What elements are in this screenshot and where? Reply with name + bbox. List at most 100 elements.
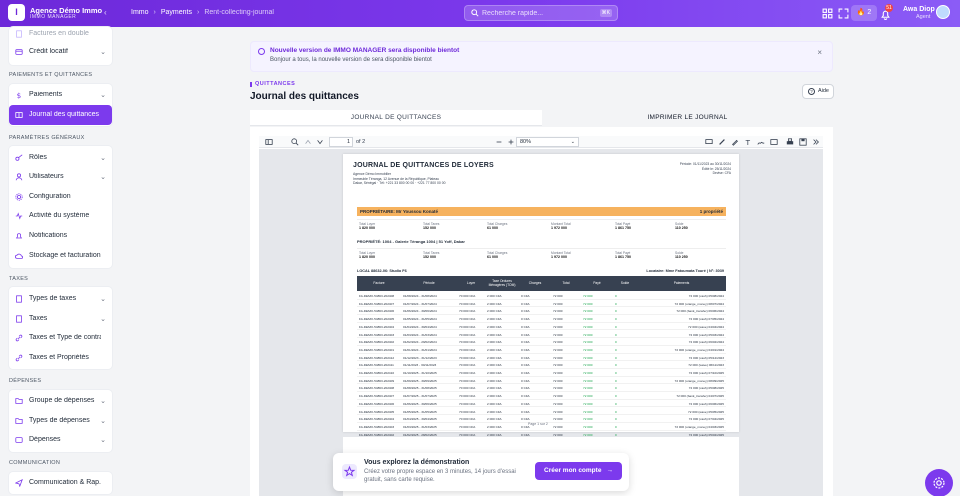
sidebar-toggle-icon[interactable] bbox=[265, 138, 273, 146]
svg-text:$: $ bbox=[17, 91, 22, 99]
sidebar-item-payments[interactable]: $ Paiements ⌄ bbox=[9, 85, 112, 105]
table-cell: 2 000 CFA bbox=[487, 340, 502, 345]
sidebar-item-taxes-contract-type[interactable]: Taxes et Type de contrat bbox=[9, 328, 112, 348]
table-cell: 0 CFA bbox=[521, 355, 530, 360]
wallet-icon bbox=[15, 437, 23, 443]
table-cell: 0 CFA bbox=[521, 317, 530, 322]
table-row: FA-DEMO-54863-202409 01/09/2025 - 30/09/2… bbox=[357, 377, 726, 385]
table-cell: 72 000 bbox=[553, 417, 563, 422]
streak-badge[interactable]: 🔥 2 bbox=[851, 5, 877, 21]
table-cell: 72 000 bbox=[583, 340, 593, 345]
next-page-icon[interactable] bbox=[316, 138, 324, 146]
table-cell: 0 CFA bbox=[521, 294, 530, 298]
table-cell: 72 000 (bank_transfer) 06/06/2024 bbox=[676, 309, 724, 314]
text-icon[interactable]: T bbox=[744, 138, 752, 146]
sidebar-collapse-icon[interactable]: ‹ bbox=[104, 8, 107, 17]
zoom-out-icon[interactable] bbox=[495, 138, 503, 146]
table-cell: 0 CFA bbox=[521, 371, 530, 375]
column-header: Solde bbox=[620, 280, 630, 285]
sidebar-item-taxes[interactable]: Taxes ⌄ bbox=[9, 309, 112, 329]
table-cell: 72 000 bbox=[583, 417, 593, 422]
table-cell: 70 000 CFA bbox=[459, 363, 476, 368]
kpi-3: Montant Total 1 972 000 bbox=[551, 222, 571, 231]
sidebar-item-expense-groups[interactable]: Groupe de dépenses ⌄ bbox=[9, 391, 112, 411]
tab-print-journal[interactable]: IMPRIMER LE JOURNAL bbox=[542, 110, 833, 126]
sidebar-item-expense-types[interactable]: Types de dépenses ⌄ bbox=[9, 411, 112, 431]
image-icon[interactable] bbox=[770, 138, 778, 146]
table-cell: 0 CFA bbox=[521, 432, 530, 437]
tab-receipts-journal[interactable]: JOURNAL DE QUITTANCES bbox=[250, 110, 542, 126]
table-cell: 72 000 (orange_money) 08/09/2025 bbox=[674, 378, 724, 383]
find-icon[interactable] bbox=[291, 138, 299, 146]
table-cell: 0 CFA bbox=[521, 301, 530, 306]
save-icon[interactable] bbox=[799, 138, 807, 146]
create-account-button[interactable]: Créer mon compte → bbox=[535, 462, 622, 480]
search-input[interactable] bbox=[482, 8, 592, 19]
previous-page-icon[interactable] bbox=[304, 138, 312, 146]
demo-body: Créez votre propre espace en 3 minutes, … bbox=[364, 469, 516, 483]
sidebar-item-system-activity[interactable]: Activité du système bbox=[9, 206, 112, 226]
table-cell: 0 bbox=[615, 347, 617, 352]
app-logo[interactable]: I bbox=[8, 4, 25, 21]
sidebar-item-storage-billing[interactable]: Stockage et facturation bbox=[9, 246, 112, 266]
column-header: Charges bbox=[528, 280, 542, 285]
table-cell: 0 bbox=[615, 309, 617, 314]
help-button[interactable]: ? Aide bbox=[802, 84, 834, 99]
table-cell: 01/11/2023 - 30/11/2023 bbox=[403, 363, 437, 368]
table-cell: 01/04/2024 - 30/04/2024 bbox=[403, 324, 437, 329]
table-cell: 0 bbox=[615, 294, 617, 298]
highlight-icon[interactable] bbox=[718, 138, 726, 146]
column-header: Facture bbox=[373, 280, 385, 285]
sidebar-item-notifications[interactable]: Notifications bbox=[9, 226, 112, 246]
sidebar-item-users[interactable]: Utilisateurs ⌄ bbox=[9, 167, 112, 187]
sidebar-item-configuration[interactable]: Configuration bbox=[9, 187, 112, 207]
avatar[interactable] bbox=[936, 5, 950, 19]
table-cell: 0 CFA bbox=[521, 417, 530, 422]
sidebar-item-duplicate-invoices[interactable]: Factures en double bbox=[9, 24, 112, 44]
zoom-in-icon[interactable] bbox=[507, 138, 515, 146]
table-cell: 2 000 CFA bbox=[487, 301, 502, 306]
table-cell: 0 CFA bbox=[521, 347, 530, 352]
sidebar-item-communication-reports[interactable]: Communication & Rap... bbox=[9, 473, 112, 493]
search-box[interactable]: ⌘K bbox=[464, 5, 618, 21]
fullscreen-icon[interactable] bbox=[838, 8, 849, 19]
table-cell: 0 bbox=[615, 378, 617, 383]
comment-icon[interactable] bbox=[705, 138, 713, 146]
chevron-down-icon: ⌄ bbox=[100, 398, 106, 405]
table-cell: 2 000 CFA bbox=[487, 394, 502, 399]
table-cell: 01/12/2023 - 31/12/2023 bbox=[403, 355, 437, 360]
breadcrumb: Immo › Payments › Rent-collecting-journal bbox=[131, 9, 274, 16]
arrow-right-icon: → bbox=[606, 467, 614, 474]
table-cell: FA-DEMO-54863-202411 bbox=[359, 363, 394, 368]
table-cell: 72 000 bbox=[583, 301, 593, 306]
table-cell: 72 000 bbox=[583, 309, 593, 314]
settings-fab[interactable] bbox=[925, 469, 953, 496]
sidebar-item-taxes-properties[interactable]: Taxes et Propriétés bbox=[9, 348, 112, 368]
table-cell: 0 CFA bbox=[521, 340, 530, 345]
grid-icon[interactable] bbox=[822, 8, 833, 19]
signature-icon[interactable] bbox=[757, 138, 765, 146]
close-icon[interactable]: × bbox=[817, 48, 822, 57]
page-total: of 2 bbox=[356, 139, 366, 145]
table-cell: 2 000 CFA bbox=[487, 401, 502, 406]
breadcrumb-immo[interactable]: Immo bbox=[131, 9, 149, 16]
table-cell: 72 000 bbox=[553, 378, 563, 383]
sidebar-item-expenses[interactable]: Dépenses ⌄ bbox=[9, 430, 112, 450]
page-number-input[interactable]: 1 bbox=[329, 137, 353, 147]
sidebar-item-roles[interactable]: Rôles ⌄ bbox=[9, 148, 112, 168]
pdf-document-area[interactable]: JOURNAL DE QUITTANCES DE LOYERS Agence D… bbox=[259, 149, 823, 496]
more-tools-icon[interactable] bbox=[812, 138, 820, 146]
draw-icon[interactable] bbox=[731, 138, 739, 146]
sidebar-item-credit[interactable]: Crédit locatif ⌄ bbox=[9, 42, 112, 62]
owner-bar: PROPRIÉTAIRE: Mr Youssou Konaté 1 proprié… bbox=[357, 207, 726, 216]
print-icon[interactable] bbox=[786, 138, 794, 146]
sidebar-item-tax-types[interactable]: Types de taxes ⌄ bbox=[9, 289, 112, 309]
zoom-select[interactable]: 80% ⌄ bbox=[516, 137, 579, 147]
sidebar-item-receipts-journal[interactable]: Journal des quittances bbox=[9, 105, 112, 125]
user-icon bbox=[15, 173, 23, 181]
breadcrumb-payments[interactable]: Payments bbox=[161, 9, 192, 16]
user-name[interactable]: Awa Diop bbox=[903, 6, 935, 13]
table-row: FA-DEMO-54863-202406 01/06/2024 - 30/06/2… bbox=[357, 307, 726, 316]
table-row: FA-DEMO-54863-202411 01/11/2023 - 30/11/2… bbox=[357, 361, 726, 369]
demo-title: Vous explorez la démonstration bbox=[364, 459, 470, 466]
